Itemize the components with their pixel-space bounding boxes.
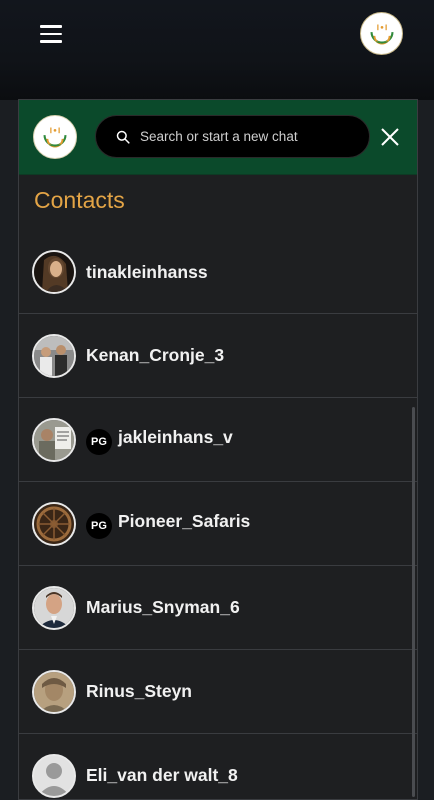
- contact-avatar: [32, 585, 76, 630]
- search-icon: [116, 130, 130, 144]
- contact-row[interactable]: Marius_Snyman_6: [19, 566, 417, 650]
- contact-avatar: [32, 333, 76, 378]
- close-icon[interactable]: [380, 127, 400, 147]
- search-input[interactable]: [140, 129, 360, 144]
- contact-name: tinakleinhanss: [86, 261, 208, 282]
- contact-avatar: [32, 753, 76, 798]
- contact-row[interactable]: PG jakleinhans_v: [19, 398, 417, 482]
- contact-avatar: [32, 417, 76, 462]
- scrollbar[interactable]: [412, 407, 415, 797]
- contacts-list: tinakleinhanss Kenan_Cronje_3 PG jaklein…: [19, 231, 417, 799]
- contact-avatar: [32, 501, 76, 546]
- contact-name: Pioneer_Safaris: [118, 511, 251, 531]
- contact-name: jakleinhans_v: [118, 427, 233, 447]
- panel-header: [19, 100, 417, 175]
- panel-logo-icon: [33, 115, 77, 159]
- contact-row[interactable]: Rinus_Steyn: [19, 650, 417, 734]
- contact-name: Marius_Snyman_6: [86, 597, 240, 617]
- pg-badge: PG: [86, 512, 112, 539]
- contact-row[interactable]: tinakleinhanss: [19, 231, 417, 314]
- contact-row[interactable]: Kenan_Cronje_3: [19, 314, 417, 398]
- contacts-panel: Contacts tinakleinhanss: [18, 99, 418, 800]
- search-box: [95, 115, 370, 158]
- top-bar: [0, 0, 434, 100]
- contact-name: Eli_van der walt_8: [86, 765, 238, 785]
- contact-avatar: [32, 250, 76, 294]
- contact-name: Rinus_Steyn: [86, 681, 192, 701]
- contact-avatar: [32, 669, 76, 714]
- section-title: Contacts: [34, 187, 125, 213]
- pg-badge: PG: [86, 428, 112, 455]
- contact-name: Kenan_Cronje_3: [86, 345, 225, 365]
- hamburger-menu-icon[interactable]: [40, 23, 66, 45]
- contact-row[interactable]: Eli_van der walt_8: [19, 734, 417, 799]
- app-logo-icon[interactable]: [360, 12, 403, 55]
- contact-row[interactable]: PG Pioneer_Safaris: [19, 482, 417, 566]
